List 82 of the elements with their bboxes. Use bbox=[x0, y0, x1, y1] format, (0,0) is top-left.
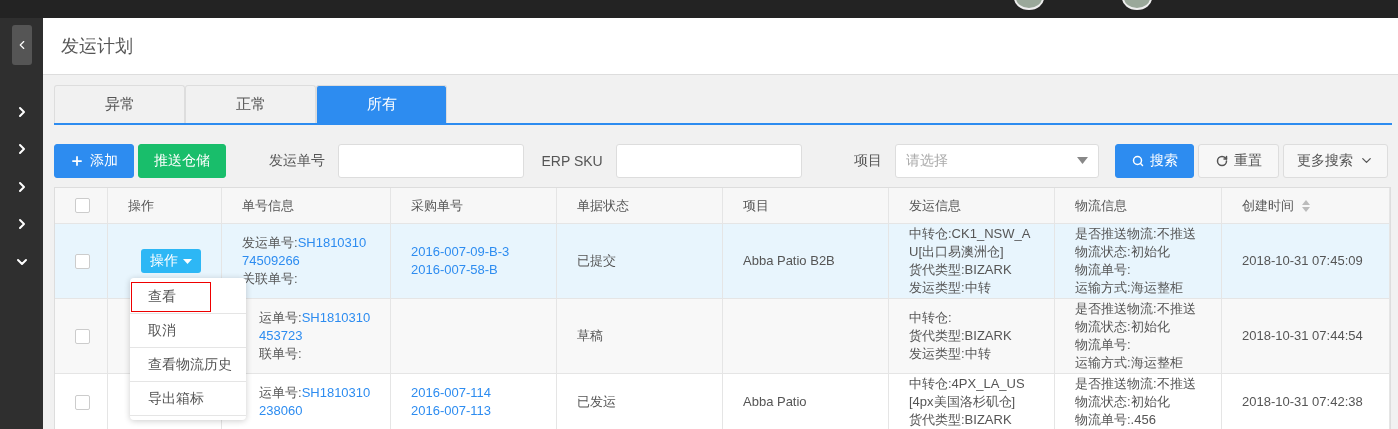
checkbox[interactable] bbox=[75, 328, 90, 344]
push-button[interactable]: 推送仓储 bbox=[137, 143, 226, 178]
order-link[interactable]: 74509266 bbox=[242, 252, 300, 270]
more-search-button[interactable]: 更多搜索 bbox=[1283, 143, 1388, 178]
shipping-info-text: 货代类型:BIZARK bbox=[909, 411, 1013, 429]
logistics-info-text: 物流单号: bbox=[1075, 261, 1132, 279]
field-label: ERP SKU bbox=[540, 152, 604, 169]
search-icon bbox=[1131, 154, 1144, 167]
logistics-info-text: 物流状态:初始化 bbox=[1075, 318, 1171, 336]
checkbox[interactable] bbox=[75, 394, 90, 410]
purchase-order-link[interactable]: 2016-007-09-B-3 bbox=[411, 243, 556, 261]
shipping-info-text: 中转仓: bbox=[909, 309, 953, 327]
shipping-info-text: 货代类型:BIZARK bbox=[909, 261, 1013, 279]
column-header: 创建时间 bbox=[1242, 196, 1294, 215]
purchase-order-link[interactable]: 2016-007-58-B bbox=[411, 261, 556, 279]
column-header: 物流信息 bbox=[1075, 196, 1127, 215]
order-link[interactable]: SH1810310 bbox=[301, 309, 371, 327]
field-text: 发运单号: bbox=[242, 234, 298, 252]
order-link[interactable]: SH1810310 bbox=[297, 234, 367, 252]
shipping-info-text: 中转仓:4PX_LA_US bbox=[909, 375, 1026, 393]
field-text: 运单号: bbox=[259, 384, 302, 402]
column-header: 项目 bbox=[743, 196, 769, 215]
checkbox[interactable] bbox=[75, 253, 90, 269]
logistics-info-text: 物流单号:.456 bbox=[1075, 411, 1157, 429]
status-text: 已提交 bbox=[577, 252, 617, 270]
sort-icon[interactable] bbox=[1302, 199, 1310, 212]
column-header: 采购单号 bbox=[411, 196, 463, 215]
tab[interactable]: 所有 bbox=[316, 85, 447, 123]
logistics-info-text: 是否推送物流:不推送 bbox=[1075, 225, 1197, 243]
field-text: 运单号: bbox=[259, 309, 302, 327]
logistics-info-text: 运输方式:海运整柜 bbox=[1075, 279, 1184, 297]
caret-icon bbox=[1077, 157, 1089, 164]
tab[interactable]: 正常 bbox=[185, 85, 316, 123]
status-text: 草稿 bbox=[577, 327, 604, 345]
page-title: 发运计划 bbox=[61, 35, 133, 58]
created-time-text: 2018-10-31 07:45:09 bbox=[1242, 252, 1364, 270]
column-header: 操作 bbox=[128, 196, 154, 215]
search-button[interactable]: 搜索 bbox=[1115, 143, 1195, 178]
order-link[interactable]: 238060 bbox=[259, 402, 303, 420]
field-text: 联单号: bbox=[259, 345, 302, 363]
refresh-icon bbox=[1215, 154, 1228, 167]
checkbox[interactable] bbox=[75, 198, 90, 213]
select-field[interactable]: 请选择 bbox=[894, 143, 1100, 178]
field-label: 发运单号 bbox=[267, 151, 326, 170]
logistics-info-text: 物流状态:初始化 bbox=[1075, 393, 1171, 411]
collapse-button[interactable] bbox=[11, 25, 32, 65]
reset-button[interactable]: 重置 bbox=[1198, 143, 1280, 178]
logistics-info-text: 物流单号: bbox=[1075, 336, 1132, 354]
input-field[interactable] bbox=[615, 143, 802, 178]
shipping-info-text: 货代类型:BIZARK bbox=[909, 327, 1013, 345]
project-text: Abba Patio B2B bbox=[743, 252, 836, 270]
caret-icon bbox=[183, 258, 192, 264]
shipping-info-text: 发运类型:中转 bbox=[909, 345, 992, 363]
order-link[interactable]: 453723 bbox=[259, 327, 303, 345]
purchase-order-link[interactable]: 2016-007-113 bbox=[411, 402, 556, 420]
menu-item[interactable]: 查看 bbox=[130, 280, 246, 314]
created-time-text: 2018-10-31 07:44:54 bbox=[1242, 327, 1364, 345]
shipping-info-text: [4px美国洛杉矶仓] bbox=[909, 393, 1017, 411]
logistics-info-text: 是否推送物流:不推送 bbox=[1075, 300, 1197, 318]
shipping-info-text: 发运类型:中转 bbox=[909, 279, 992, 297]
menu-item[interactable]: 导出箱标 bbox=[130, 382, 246, 416]
column-header: 发运信息 bbox=[909, 196, 961, 215]
shipping-info-text: U[出口易澳洲仓] bbox=[909, 243, 1005, 261]
field-label: 项目 bbox=[852, 151, 883, 170]
menu-item[interactable]: 查看物流历史 bbox=[130, 348, 246, 382]
created-time-text: 2018-10-31 07:42:38 bbox=[1242, 393, 1364, 411]
shipping-info-text: 中转仓:CK1_NSW_A bbox=[909, 225, 1032, 243]
purchase-order-link[interactable]: 2016-007-114 bbox=[411, 384, 556, 402]
action-dropdown-button[interactable]: 操作 bbox=[141, 249, 201, 273]
tab[interactable]: 异常 bbox=[54, 85, 185, 123]
status-text: 已发运 bbox=[577, 393, 617, 411]
logistics-info-text: 是否推送物流:不推送 bbox=[1075, 375, 1197, 393]
logistics-info-text: 物流状态:初始化 bbox=[1075, 243, 1171, 261]
column-header: 单据状态 bbox=[577, 196, 629, 215]
add-button[interactable]: 添加 bbox=[54, 143, 134, 178]
logistics-info-text: 运输方式:海运整柜 bbox=[1075, 354, 1184, 372]
project-text: Abba Patio bbox=[743, 393, 808, 411]
menu-item[interactable]: 取消 bbox=[130, 314, 246, 348]
plus-icon bbox=[69, 153, 84, 168]
order-link[interactable]: SH1810310 bbox=[301, 384, 371, 402]
column-header: 单号信息 bbox=[242, 196, 294, 215]
input-field[interactable] bbox=[337, 143, 524, 178]
